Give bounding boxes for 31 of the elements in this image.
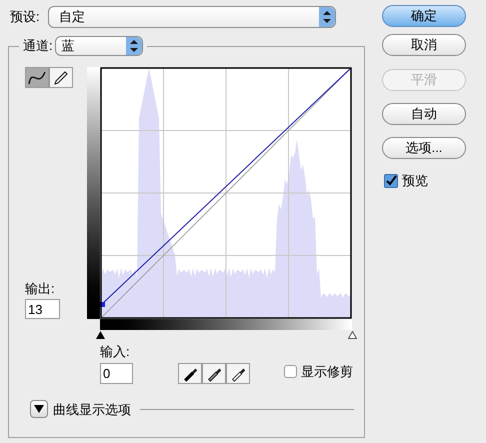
dropdown-arrows-icon — [319, 6, 335, 26]
triangle-icon — [34, 405, 44, 414]
input-field[interactable]: 0 — [100, 362, 133, 384]
dialog-button[interactable]: 选项... — [382, 137, 466, 159]
eyedropper-icon[interactable] — [226, 362, 250, 384]
pencil-tool[interactable] — [49, 67, 73, 88]
checkbox[interactable] — [284, 365, 297, 378]
input-slider-handle[interactable] — [96, 331, 104, 339]
display-options-label: 曲线显示选项 — [53, 400, 131, 418]
input-slider-handle[interactable] — [348, 331, 356, 339]
channel-label: 通道: — [23, 37, 53, 56]
output-field[interactable]: 13 — [25, 299, 60, 319]
dropdown-arrows-icon — [126, 37, 142, 55]
eyedropper-icon[interactable] — [202, 362, 226, 384]
output-label: 输出: — [25, 280, 56, 298]
curve-tool[interactable] — [25, 67, 49, 88]
channel-select[interactable]: 蓝 — [54, 36, 143, 56]
show-clipping-label: 显示修剪 — [301, 363, 353, 381]
preview-label: 预览 — [402, 172, 428, 190]
preset-select[interactable]: 自定 — [48, 6, 336, 28]
dialog-button[interactable]: 自动 — [382, 103, 466, 125]
input-label: 输入: — [100, 343, 131, 361]
dialog-button[interactable]: 取消 — [382, 34, 466, 56]
checkmark-icon — [386, 175, 396, 186]
pencil-icon — [53, 70, 69, 86]
disclosure-button[interactable] — [30, 400, 48, 418]
curve-icon — [28, 70, 46, 84]
eyedropper-icon[interactable] — [178, 362, 202, 384]
preset-label: 预设: — [9, 8, 41, 26]
checkbox[interactable] — [384, 174, 398, 188]
dialog-button[interactable]: 确定 — [382, 5, 466, 27]
